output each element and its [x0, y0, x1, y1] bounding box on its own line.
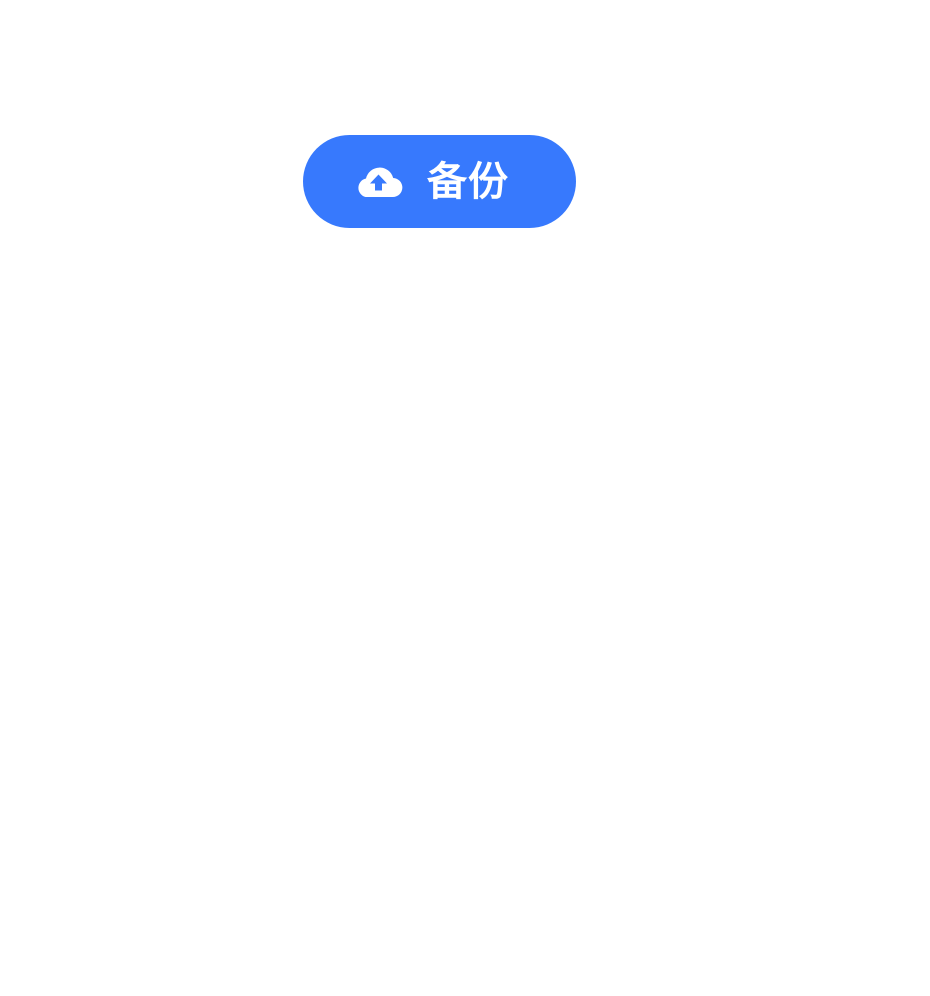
backup-button[interactable]: 备份: [303, 135, 576, 228]
backup-button-label: 备份: [427, 158, 509, 205]
cloud-upload-icon: [358, 167, 403, 197]
